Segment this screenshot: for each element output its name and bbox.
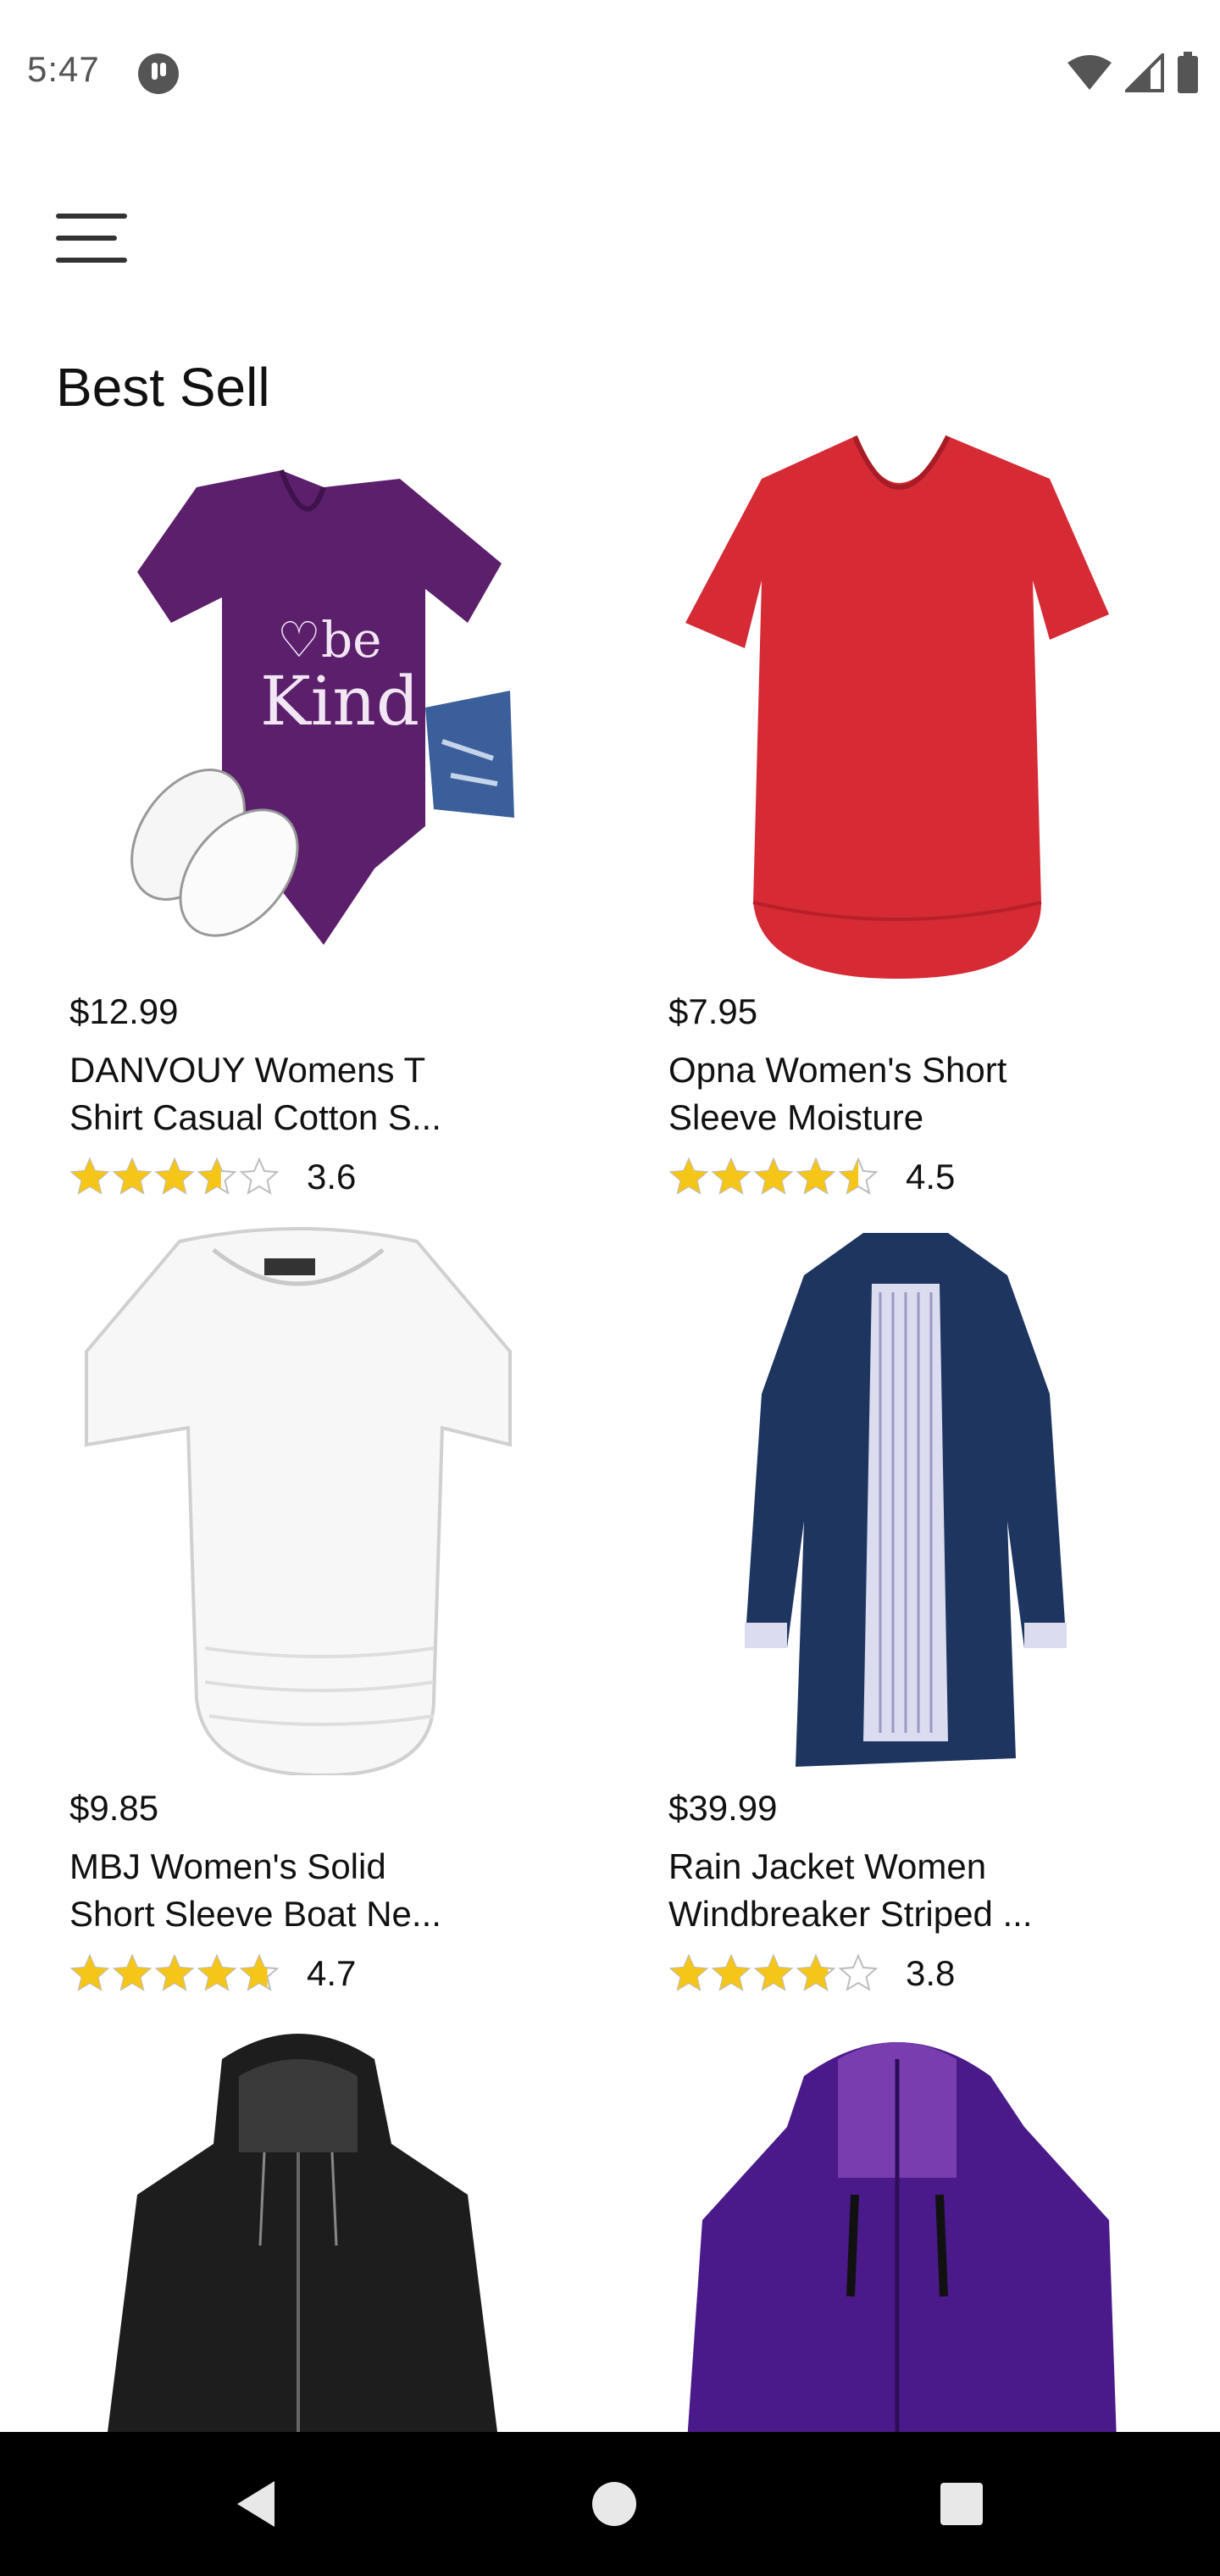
star-icon: [69, 1157, 110, 1195]
product-name-line-2: Sleeve Moisture: [668, 1097, 924, 1137]
star-icon: [197, 1157, 237, 1195]
star-icon: [69, 1953, 110, 1991]
home-button[interactable]: [585, 2474, 644, 2534]
product-name: DANVOUY Womens T Shirt Casual Cotton S..…: [69, 1046, 510, 1141]
product-rating: 3.8: [668, 1953, 955, 1994]
rating-stars: [668, 1157, 879, 1197]
battery-icon: [1178, 52, 1198, 93]
product-name-line-2: Shirt Casual Cotton S...: [69, 1097, 441, 1137]
product-price: $12.99: [69, 991, 179, 1031]
rating-value: 4.5: [906, 1157, 956, 1196]
recents-button[interactable]: [932, 2474, 991, 2534]
home-icon: [592, 2482, 636, 2526]
status-time: 5:47: [27, 49, 100, 89]
product-name: MBJ Women's Solid Short Sleeve Boat Ne..…: [69, 1843, 510, 1938]
product-rating: 3.6: [69, 1157, 356, 1197]
app-icon: [137, 53, 180, 95]
star-icon: [668, 1953, 709, 1991]
product-name-line-1: DANVOUY Womens T: [69, 1050, 426, 1090]
star-icon: [711, 1953, 751, 1991]
back-button[interactable]: [229, 2474, 288, 2534]
star-icon: [753, 1157, 794, 1195]
star-icon: [753, 1953, 794, 1991]
wifi-icon: [1068, 55, 1112, 90]
star-icon: [197, 1953, 237, 1991]
signal-icon: [1125, 53, 1164, 92]
star-icon: [154, 1953, 195, 1991]
product-card[interactable]: [668, 2025, 1143, 2432]
product-name: Rain Jacket Women Windbreaker Striped ..…: [668, 1843, 1109, 1938]
rating-value: 4.7: [307, 1953, 357, 1993]
star-icon: [838, 1157, 879, 1195]
star-icon: [239, 1157, 280, 1195]
product-price: $9.85: [69, 1788, 159, 1828]
product-price: $39.99: [668, 1788, 778, 1828]
product-name-line-1: MBJ Women's Solid: [69, 1846, 386, 1886]
page-title: Best Sell: [56, 357, 270, 418]
product-name-line-2: Short Sleeve Boat Ne...: [69, 1894, 441, 1934]
svg-text:♡be: ♡be: [277, 611, 381, 669]
star-icon: [838, 1953, 879, 1991]
star-icon: [668, 1157, 709, 1195]
product-image-purple-tshirt: ♡be Kind: [69, 428, 544, 979]
system-nav-bar: [0, 2432, 1220, 2576]
svg-text:Kind: Kind: [260, 662, 419, 741]
product-rating: 4.5: [668, 1157, 955, 1197]
star-icon: [112, 1953, 152, 1991]
product-image-white-top: [69, 1224, 544, 1775]
rating-stars: [69, 1953, 280, 1994]
star-icon: [796, 1953, 836, 1991]
rating-value: 3.6: [307, 1157, 357, 1196]
menu-button[interactable]: [51, 205, 132, 273]
star-icon: [239, 1953, 280, 1991]
product-rating: 4.7: [69, 1953, 356, 1994]
star-icon: [796, 1157, 836, 1195]
rating-stars: [668, 1953, 879, 1994]
product-price: $7.95: [668, 991, 758, 1031]
product-image-black-jacket: [69, 2025, 544, 2432]
product-image-red-tshirt: [668, 428, 1143, 979]
recents-icon: [940, 2483, 983, 2525]
product-name-line-1: Rain Jacket Women: [668, 1846, 987, 1886]
back-icon: [237, 2481, 274, 2527]
status-icons: [1066, 51, 1200, 95]
rating-stars: [69, 1157, 280, 1197]
star-icon: [711, 1157, 751, 1195]
product-name: Opna Women's Short Sleeve Moisture: [668, 1046, 1109, 1141]
star-icon: [112, 1157, 152, 1195]
product-image-purple-jacket: [668, 2025, 1143, 2432]
product-image-navy-jacket: [668, 1224, 1143, 1775]
product-name-line-2: Windbreaker Striped ...: [668, 1894, 1033, 1934]
product-name-line-1: Opna Women's Short: [668, 1050, 1007, 1090]
status-bar: 5:47: [0, 0, 1220, 144]
product-card[interactable]: [69, 2025, 544, 2432]
star-icon: [154, 1157, 195, 1195]
rating-value: 3.8: [906, 1953, 956, 1993]
menu-icon: [56, 214, 127, 263]
